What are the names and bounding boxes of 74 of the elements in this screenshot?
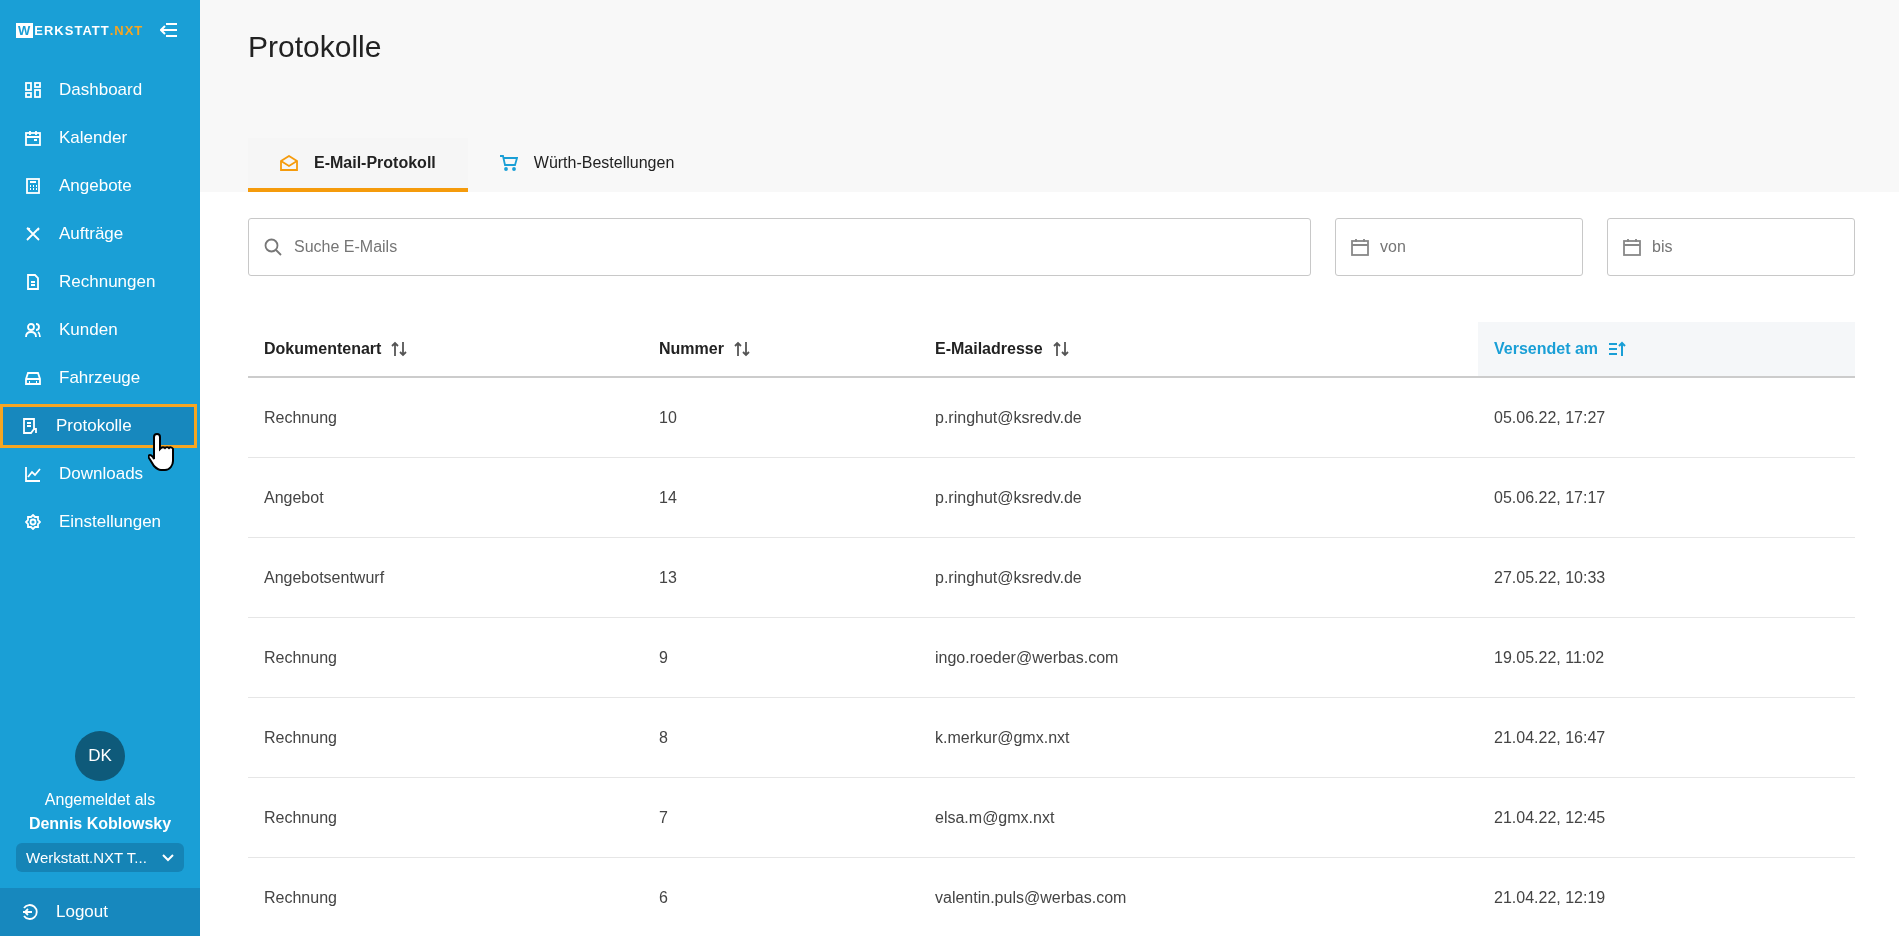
sidebar-item[interactable]: Aufträge — [0, 212, 200, 256]
table-cell: 19.05.22, 11:02 — [1478, 617, 1855, 698]
table-cell: ingo.roeder@werbas.com — [919, 617, 1478, 698]
column-header[interactable]: Dokumentenart — [248, 322, 643, 377]
table-cell: Angebotsentwurf — [248, 537, 643, 618]
table-cell: 6 — [643, 857, 919, 936]
calendar-icon — [25, 130, 41, 146]
table-cell: 21.04.22, 12:19 — [1478, 857, 1855, 936]
page-title: Protokolle — [248, 29, 383, 65]
sidebar-item[interactable]: Fahrzeuge — [0, 356, 200, 400]
table-cell: 7 — [643, 777, 919, 858]
table-cell: elsa.m@gmx.nxt — [919, 777, 1478, 858]
table-cell: Rechnung — [248, 617, 643, 698]
chevron-down-icon — [162, 853, 174, 862]
table-cell: Rechnung — [248, 777, 643, 858]
table-cell: p.ringhut@ksredv.de — [919, 457, 1478, 538]
table-cell: Angebot — [248, 457, 643, 538]
calculator-icon — [25, 178, 41, 194]
table-cell: p.ringhut@ksredv.de — [919, 377, 1478, 458]
document-icon — [25, 274, 41, 290]
table-cell: 13 — [643, 537, 919, 618]
search-field[interactable]: Suche E-Mails — [248, 218, 1311, 276]
sort-icon — [733, 341, 750, 357]
table-cell: 05.06.22, 17:17 — [1478, 457, 1855, 538]
sidebar-item[interactable]: Einstellungen — [0, 500, 200, 544]
tab[interactable]: Würth-Bestellungen — [467, 138, 707, 192]
date-from-field[interactable]: von — [1335, 218, 1583, 276]
user-name: Dennis Koblowsky — [28, 815, 172, 833]
sort-icon — [1052, 341, 1069, 357]
table-cell: 9 — [643, 617, 919, 698]
sidebar-item[interactable]: Angebote — [0, 164, 200, 208]
settings-icon — [25, 514, 41, 530]
column-header[interactable]: Versendet am — [1478, 322, 1855, 377]
table-cell: 05.06.22, 17:27 — [1478, 377, 1855, 458]
cart-icon — [499, 155, 518, 171]
table-cell: k.merkur@gmx.nxt — [919, 697, 1478, 778]
table-cell: 21.04.22, 16:47 — [1478, 697, 1855, 778]
sidebar-item[interactable]: Protokolle — [0, 404, 197, 448]
sidebar-item[interactable]: Dashboard — [0, 68, 200, 112]
dashboard-icon — [25, 82, 41, 98]
mail-icon — [280, 155, 298, 171]
sidebar-item[interactable]: Kunden — [0, 308, 200, 352]
table-cell: 14 — [643, 457, 919, 538]
column-header[interactable]: Nummer — [643, 322, 919, 377]
date-to-field[interactable]: bis — [1607, 218, 1855, 276]
table-cell: Rechnung — [248, 697, 643, 778]
table-cell: 8 — [643, 697, 919, 778]
calendar-icon — [1351, 238, 1369, 256]
logout-icon — [20, 903, 38, 921]
collapse-menu-icon[interactable] — [160, 22, 178, 38]
calendar-icon — [1623, 238, 1641, 256]
table-cell: valentin.puls@werbas.com — [919, 857, 1478, 936]
user-avatar: DK — [75, 731, 125, 781]
table-cell: p.ringhut@ksredv.de — [919, 537, 1478, 618]
chart-icon — [25, 466, 41, 482]
sort-icon — [391, 341, 408, 357]
logged-in-label: Angemeldet als — [44, 791, 156, 809]
workshop-dropdown[interactable]: Werkstatt.NXT T... — [16, 843, 184, 872]
sidebar-item[interactable]: Rechnungen — [0, 260, 200, 304]
car-icon — [25, 370, 41, 386]
table-cell: Rechnung — [248, 377, 643, 458]
table-cell: Rechnung — [248, 857, 643, 936]
table-cell: 10 — [643, 377, 919, 458]
sidebar-item[interactable]: Kalender — [0, 116, 200, 160]
table-cell: 27.05.22, 10:33 — [1478, 537, 1855, 618]
sidebar-item[interactable]: Downloads — [0, 452, 200, 496]
users-icon — [25, 322, 41, 338]
table-cell: 21.04.22, 12:45 — [1478, 777, 1855, 858]
column-header[interactable]: E-Mailadresse — [919, 322, 1478, 377]
logout-button[interactable]: Logout — [0, 888, 200, 936]
sort-ascending-icon — [1608, 341, 1627, 357]
search-icon — [264, 238, 282, 256]
logo: W ERKSTATT.NXT — [16, 22, 144, 38]
document-icon — [22, 418, 38, 434]
